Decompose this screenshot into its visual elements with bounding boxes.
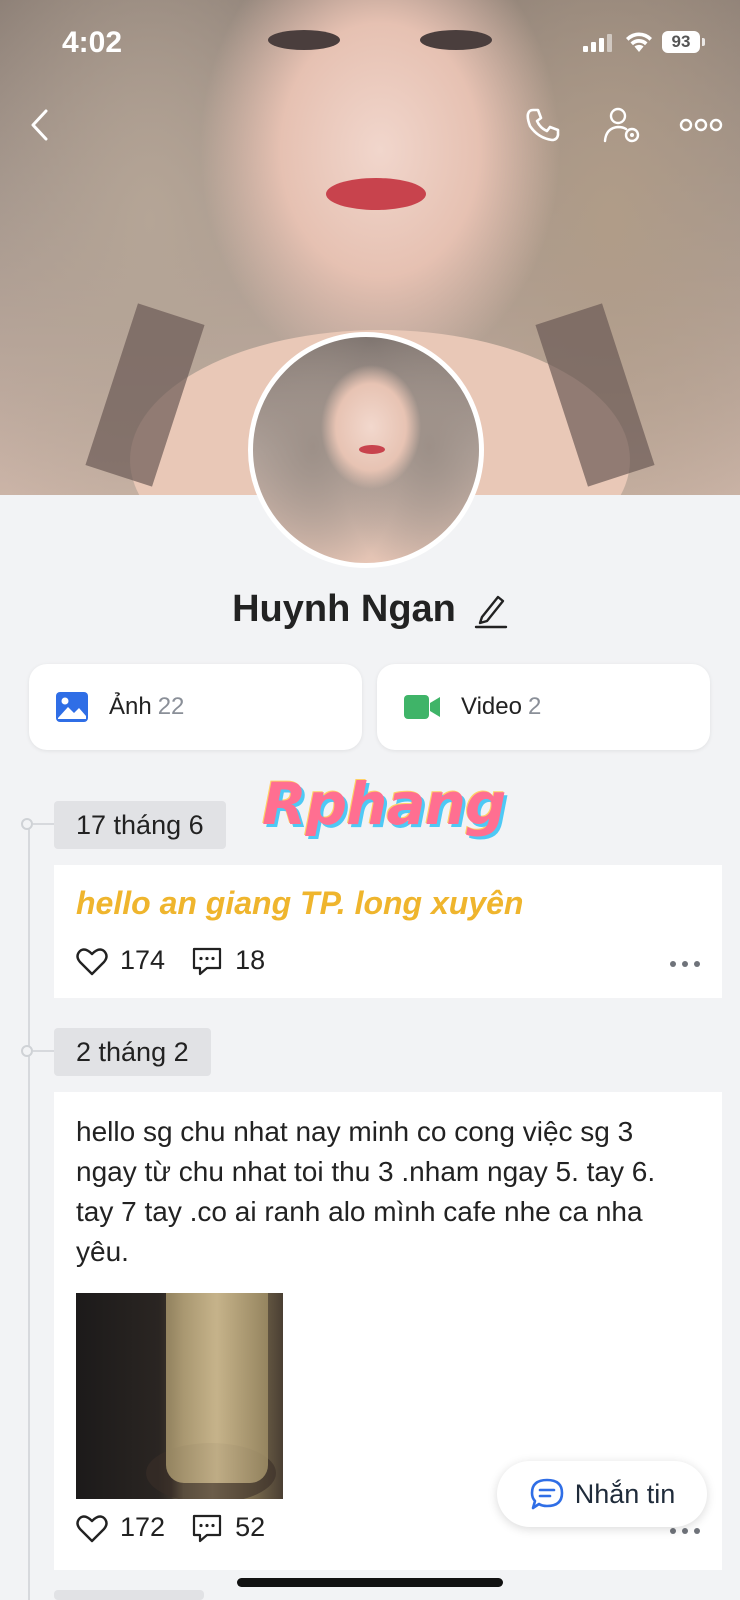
status-bar: 4:02 93 <box>0 0 740 90</box>
videos-label: Video <box>461 693 522 720</box>
timeline-dot <box>21 1045 33 1057</box>
send-message-label: Nhắn tin <box>574 1478 676 1509</box>
chevron-left-icon <box>31 109 48 141</box>
home-indicator <box>237 1578 503 1587</box>
comment-count: 18 <box>235 945 266 975</box>
comment-button[interactable] <box>191 946 223 976</box>
chat-bubble-icon <box>530 1478 564 1510</box>
more-options-button[interactable] <box>679 103 723 147</box>
post-date-chip: 2 tháng 2 <box>54 1028 211 1076</box>
post-reactions: 174 18 <box>76 945 291 976</box>
status-time: 4:02 <box>62 26 123 59</box>
heart-icon <box>76 947 108 975</box>
phone-icon <box>526 108 560 142</box>
post-more-button[interactable] <box>670 1528 700 1534</box>
watermark-logo: Rphang <box>262 770 506 838</box>
more-dot <box>682 961 688 967</box>
cover-photo-detail <box>326 178 426 210</box>
post-more-button[interactable] <box>670 961 700 967</box>
edit-pencil-icon[interactable] <box>474 591 508 629</box>
videos-count: 2 <box>527 693 542 720</box>
like-count: 174 <box>120 945 166 975</box>
profile-name: Huynh Ngan <box>232 588 456 630</box>
videos-card[interactable]: Video 2 <box>377 664 710 750</box>
more-horizontal-icon <box>679 118 723 132</box>
comment-button[interactable] <box>191 1513 223 1543</box>
timeline-connector <box>33 823 55 825</box>
signal-icon <box>583 34 612 52</box>
post-text: hello an giang TP. long xuyên <box>76 885 524 921</box>
wifi-icon <box>626 32 652 52</box>
timeline-connector <box>33 1050 55 1052</box>
more-dot <box>682 1528 688 1534</box>
more-dot <box>694 1528 700 1534</box>
post-text: hello sg chu nhat nay minh co cong việc … <box>76 1116 656 1267</box>
battery-icon: 93 <box>662 31 700 53</box>
profile-name-row: Huynh Ngan <box>0 588 740 631</box>
profile-settings-button[interactable] <box>600 103 644 147</box>
avatar[interactable] <box>248 332 484 568</box>
video-camera-icon <box>404 695 440 719</box>
post-reactions: 172 52 <box>76 1512 291 1543</box>
photos-label: Ảnh <box>109 693 152 720</box>
photos-count: 22 <box>157 693 185 720</box>
send-message-button[interactable]: Nhắn tin <box>497 1461 707 1527</box>
post-photo-detail <box>166 1293 268 1483</box>
post-photo[interactable] <box>76 1293 283 1499</box>
like-button[interactable] <box>76 946 108 976</box>
comment-count: 52 <box>235 1512 266 1542</box>
like-count: 172 <box>120 1512 166 1542</box>
like-button[interactable] <box>76 1513 108 1543</box>
post-date-chip-partial <box>54 1590 204 1600</box>
image-icon <box>56 692 88 722</box>
more-dot <box>670 1528 676 1534</box>
call-button[interactable] <box>521 103 565 147</box>
avatar-detail <box>359 445 385 454</box>
timeline-line <box>28 820 30 1600</box>
battery-tip <box>702 38 705 46</box>
comment-icon <box>192 1514 222 1542</box>
more-dot <box>670 961 676 967</box>
timeline-dot <box>21 818 33 830</box>
more-dot <box>694 961 700 967</box>
comment-icon <box>192 947 222 975</box>
user-settings-icon <box>603 107 640 143</box>
back-button[interactable] <box>18 103 62 147</box>
post-card[interactable]: hello an giang TP. long xuyên 174 18 <box>54 865 722 998</box>
heart-icon <box>76 1514 108 1542</box>
photos-card[interactable]: Ảnh 22 <box>29 664 362 750</box>
post-date-chip: 17 tháng 6 <box>54 801 226 849</box>
